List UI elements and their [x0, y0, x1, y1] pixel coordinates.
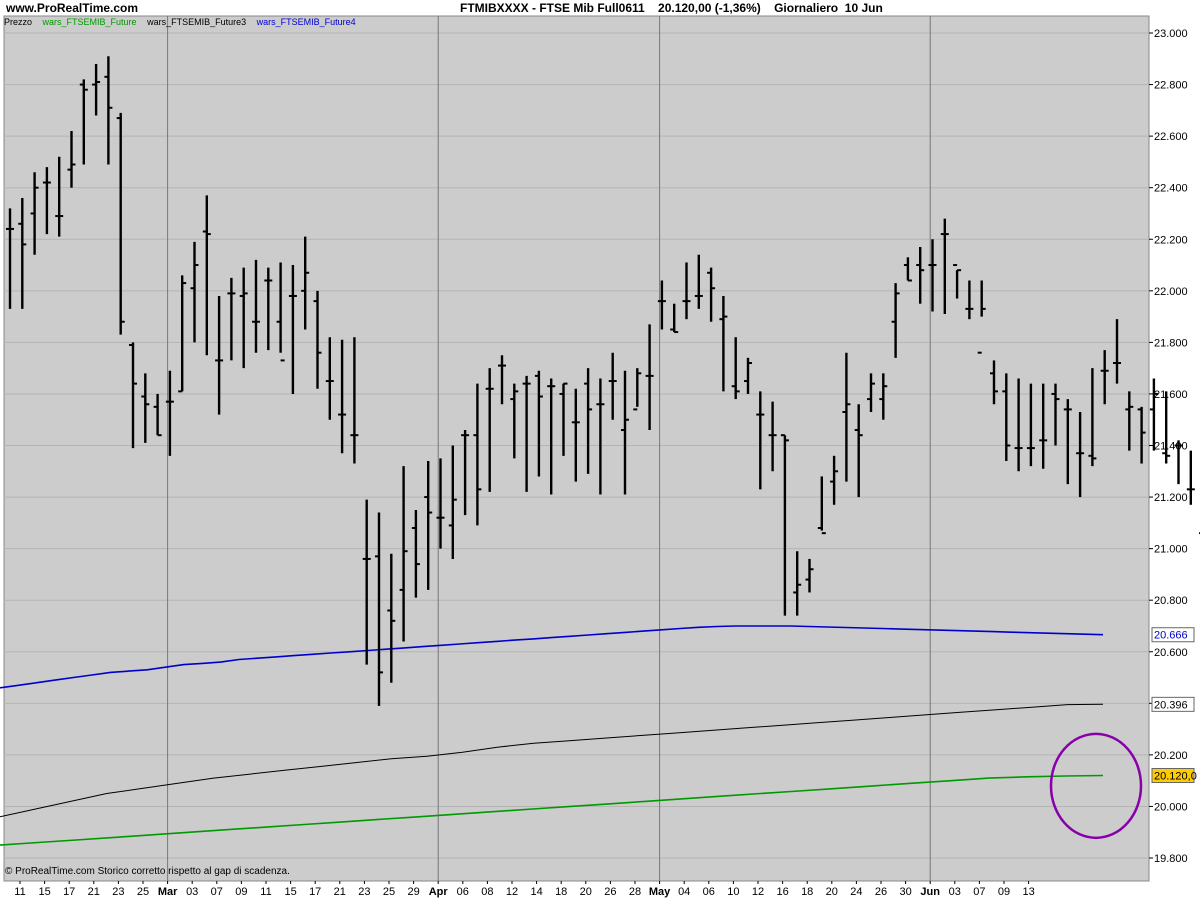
- price-tag-label: 20.396: [1154, 699, 1188, 711]
- x-tick-label: 17: [309, 886, 321, 898]
- y-tick-label: 21.400: [1154, 441, 1188, 453]
- y-tick-label: 20.000: [1154, 801, 1188, 813]
- y-tick-label: 22.600: [1154, 131, 1188, 143]
- x-tick-label: 26: [604, 886, 616, 898]
- y-tick-label: 20.600: [1154, 647, 1188, 659]
- x-tick-label: 18: [801, 886, 813, 898]
- y-tick-label: 23.000: [1154, 28, 1188, 40]
- x-tick-label: 20: [826, 886, 838, 898]
- y-tick-label: 21.200: [1154, 492, 1188, 504]
- x-tick-label: 15: [284, 886, 296, 898]
- x-tick-label: May: [649, 886, 671, 898]
- x-tick-label: 13: [1022, 886, 1034, 898]
- y-tick-label: 22.400: [1154, 183, 1188, 195]
- x-tick-label: 28: [629, 886, 641, 898]
- x-tick-label: 08: [481, 886, 493, 898]
- x-tick-label: 17: [63, 886, 75, 898]
- x-tick-label: 03: [949, 886, 961, 898]
- x-tick-label: 12: [506, 886, 518, 898]
- x-tick-label: 18: [555, 886, 567, 898]
- footnote: © ProRealTime.com Storico corretto rispe…: [5, 866, 290, 877]
- y-tick-label: 22.200: [1154, 234, 1188, 246]
- x-tick-label: 12: [752, 886, 764, 898]
- x-tick-label: 23: [358, 886, 370, 898]
- x-tick-label: 26: [875, 886, 887, 898]
- x-tick-label: 16: [776, 886, 788, 898]
- y-tick-label: 21.600: [1154, 389, 1188, 401]
- x-tick-label: 04: [678, 886, 690, 898]
- y-tick-label: 21.000: [1154, 544, 1188, 556]
- x-tick-label: 07: [973, 886, 985, 898]
- x-tick-label: Apr: [429, 886, 449, 898]
- price-tag-label: 20.666: [1154, 630, 1188, 642]
- x-tick-label: 14: [530, 886, 542, 898]
- x-tick-label: 29: [407, 886, 419, 898]
- x-tick-label: 21: [334, 886, 346, 898]
- y-tick-label: 22.800: [1154, 80, 1188, 92]
- x-tick-label: 06: [457, 886, 469, 898]
- x-tick-label: 09: [235, 886, 247, 898]
- legend-item-future: wars_FTSEMIB_Future: [42, 17, 137, 27]
- x-tick-label: 30: [899, 886, 911, 898]
- x-tick-label: 25: [137, 886, 149, 898]
- price-tag-label: 20.120,0: [1154, 771, 1197, 783]
- x-tick-label: 23: [112, 886, 124, 898]
- x-tick-label: 25: [383, 886, 395, 898]
- x-tick-label: 10: [727, 886, 739, 898]
- y-tick-label: 21.800: [1154, 337, 1188, 349]
- x-tick-label: 07: [211, 886, 223, 898]
- x-tick-label: Mar: [158, 886, 178, 898]
- y-tick-label: 19.800: [1154, 853, 1188, 865]
- x-tick-label: 21: [88, 886, 100, 898]
- legend: Prezzo wars_FTSEMIB_Future wars_FTSEMIB_…: [4, 17, 364, 27]
- y-tick-label: 22.000: [1154, 286, 1188, 298]
- x-tick-label: 03: [186, 886, 198, 898]
- legend-item-future4: wars_FTSEMIB_Future4: [256, 17, 356, 27]
- y-tick-label: 20.800: [1154, 595, 1188, 607]
- x-tick-label: Jun: [920, 886, 940, 898]
- x-tick-label: 15: [38, 886, 50, 898]
- x-tick-label: 09: [998, 886, 1010, 898]
- x-tick-label: 11: [14, 886, 25, 898]
- y-tick-label: 20.200: [1154, 750, 1188, 762]
- x-tick-label: 11: [260, 886, 271, 898]
- x-tick-label: 06: [703, 886, 715, 898]
- legend-item-future3: wars_FTSEMIB_Future3: [147, 17, 247, 27]
- legend-price-label: Prezzo: [4, 17, 33, 27]
- price-chart[interactable]: 23.000 22.800 22.600 22.400 22.200 22.000 21.8…: [0, 0, 1200, 900]
- x-tick-label: 24: [850, 886, 862, 898]
- x-tick-label: 20: [580, 886, 592, 898]
